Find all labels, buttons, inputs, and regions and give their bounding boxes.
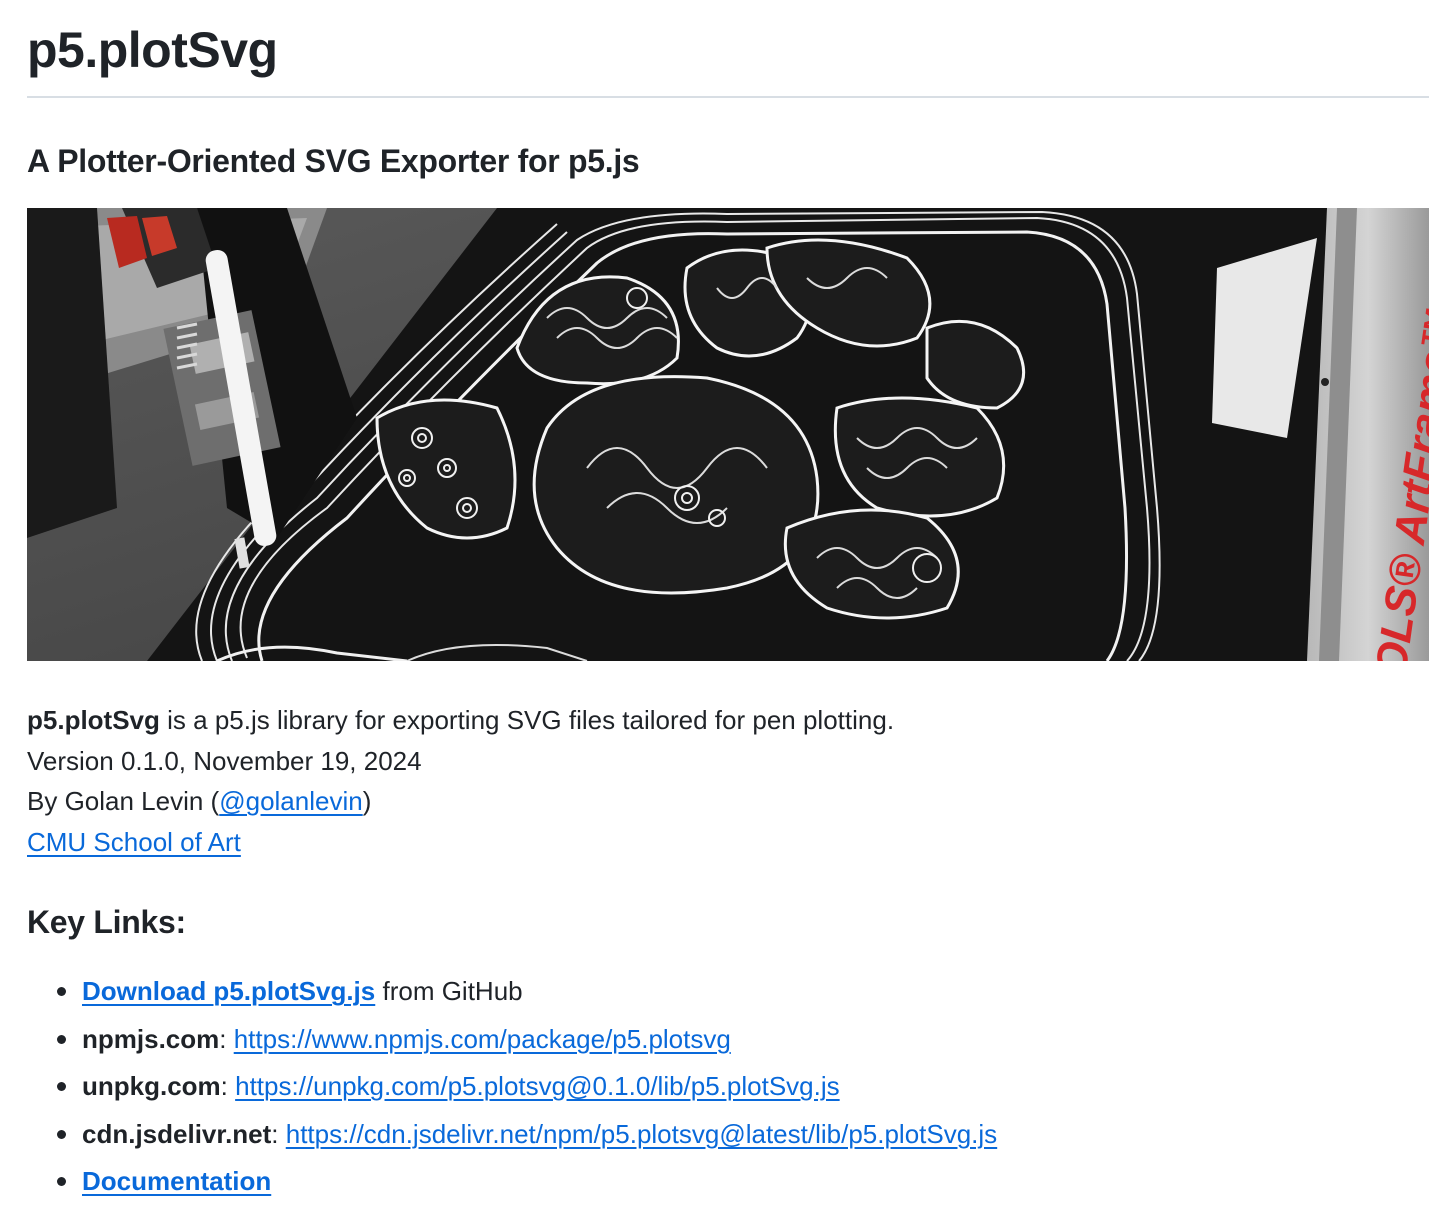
list-item-unpkg: unpkg.com: https://unpkg.com/p5.plotsvg@… bbox=[27, 1063, 997, 1111]
version-line: Version 0.1.0, November 19, 2024 bbox=[27, 745, 422, 776]
bullet-icon bbox=[57, 1177, 66, 1186]
intro-description-line: p5.plotSvg is a p5.js library for export… bbox=[27, 700, 894, 741]
list-item-docs: Documentation bbox=[27, 1158, 997, 1206]
key-links-heading: Key Links: bbox=[27, 904, 186, 940]
bullet-icon bbox=[57, 1034, 66, 1044]
documentation-link[interactable]: Documentation bbox=[82, 1166, 271, 1196]
hero-image: OLS® ArtFrame™ 1824 bbox=[27, 208, 1429, 661]
unpkg-separator: : bbox=[220, 1071, 236, 1101]
list-item-jsdelivr: cdn.jsdelivr.net: https://cdn.jsdelivr.n… bbox=[27, 1111, 997, 1159]
library-name: p5.plotSvg bbox=[27, 705, 160, 735]
title-divider bbox=[27, 96, 1429, 98]
author-handle-link[interactable]: @golanlevin bbox=[219, 786, 362, 816]
key-links-list: Download p5.plotSvg.js from GitHub npmjs… bbox=[27, 968, 997, 1206]
bullet-icon bbox=[57, 987, 66, 996]
bullet-icon bbox=[57, 1082, 66, 1091]
list-item-npm: npmjs.com: https://www.npmjs.com/package… bbox=[27, 1016, 997, 1064]
school-link[interactable]: CMU School of Art bbox=[27, 827, 241, 857]
author-suffix: ) bbox=[362, 786, 372, 816]
npm-label: npmjs.com bbox=[82, 1023, 220, 1054]
jsdelivr-separator: : bbox=[271, 1118, 286, 1149]
page-subtitle: A Plotter-Oriented SVG Exporter for p5.j… bbox=[27, 143, 640, 179]
plotter-photo: OLS® ArtFrame™ 1824 bbox=[27, 208, 1429, 661]
jsdelivr-label: cdn.jsdelivr.net bbox=[82, 1118, 272, 1149]
unpkg-url-link[interactable]: https://unpkg.com/p5.plotsvg@0.1.0/lib/p… bbox=[235, 1071, 840, 1101]
npm-url-link[interactable]: https://www.npmjs.com/package/p5.plotsvg bbox=[234, 1024, 731, 1054]
school-line: CMU School of Art bbox=[27, 822, 894, 863]
npm-separator: : bbox=[219, 1023, 234, 1054]
author-prefix: By Golan Levin ( bbox=[27, 786, 220, 816]
author-line: By Golan Levin (@golanlevin) bbox=[27, 781, 894, 822]
intro-block: p5.plotSvg is a p5.js library for export… bbox=[27, 700, 894, 862]
download-link[interactable]: Download p5.plotSvg.js bbox=[82, 976, 375, 1006]
list-item-download: Download p5.plotSvg.js from GitHub bbox=[27, 968, 997, 1016]
page-title: p5.plotSvg bbox=[27, 22, 278, 78]
unpkg-label: unpkg.com bbox=[82, 1071, 221, 1101]
jsdelivr-url-link[interactable]: https://cdn.jsdelivr.net/npm/p5.plotsvg@… bbox=[286, 1119, 997, 1149]
bullet-icon bbox=[57, 1129, 66, 1139]
download-suffix: from GitHub bbox=[375, 976, 523, 1006]
library-description: is a p5.js library for exporting SVG fil… bbox=[159, 705, 895, 735]
